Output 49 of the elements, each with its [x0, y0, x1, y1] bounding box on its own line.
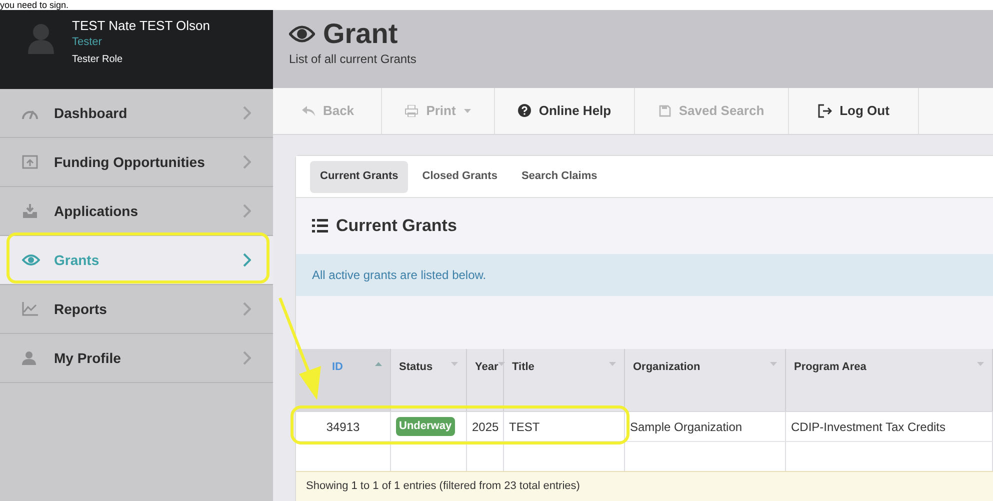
- person-icon: [22, 351, 36, 365]
- tab[interactable]: Current Grants: [310, 160, 408, 192]
- page-subtitle: List of all current Grants: [289, 51, 418, 68]
- user-role: Tester Role: [72, 53, 124, 67]
- column-header[interactable]: Organization: [633, 359, 770, 376]
- logout-icon: [818, 104, 832, 118]
- toolbar-button[interactable]: Online Help: [495, 88, 635, 134]
- list-icon: [312, 219, 328, 233]
- help-icon: [518, 104, 531, 118]
- toolbar-button[interactable]: Log Out: [789, 88, 919, 134]
- sort-icon: [451, 362, 458, 366]
- user-title: Tester: [72, 35, 103, 50]
- table-cell-text: CDIP-Investment Tax Credits: [791, 418, 946, 436]
- column-header[interactable]: Program Area: [794, 359, 977, 376]
- sort-icon: [977, 362, 984, 366]
- download-icon: [22, 204, 38, 218]
- chevron-icon: [243, 351, 251, 365]
- avatar-icon: [26, 22, 56, 54]
- floppy-icon: [658, 104, 671, 117]
- tab[interactable]: Closed Grants: [412, 160, 508, 192]
- chevron-icon: [243, 106, 251, 120]
- sort-icon: [770, 362, 777, 366]
- line-chart-icon: [22, 302, 38, 316]
- caption-text: you need to sign.: [0, 0, 69, 10]
- column-header[interactable]: Title: [512, 359, 609, 376]
- table-cell-text: 34913: [326, 418, 360, 436]
- sort-ascending-icon: [375, 362, 382, 366]
- column-header[interactable]: Year: [475, 359, 498, 376]
- column-header[interactable]: Status: [399, 359, 451, 376]
- info-message: All active grants are listed below.: [312, 267, 486, 284]
- tray-icon: [22, 155, 38, 169]
- tab[interactable]: Search Claims: [511, 160, 608, 192]
- printer-icon: [405, 104, 418, 117]
- status-badge: Underway: [396, 417, 455, 436]
- eye-icon: [22, 254, 40, 266]
- table-cell-text: TEST: [509, 418, 540, 436]
- chevron-icon: [243, 253, 251, 267]
- page-title: Grant: [323, 18, 398, 50]
- back-arrow-icon: [302, 106, 315, 116]
- user-name: TEST Nate TEST Olson: [72, 18, 210, 34]
- sort-icon: [609, 362, 616, 366]
- chevron-icon: [243, 204, 251, 218]
- table-cell-text: Sample Organization: [630, 418, 742, 436]
- chevron-icon: [243, 155, 251, 169]
- table-info: Showing 1 to 1 of 1 entries (filtered from 23 total entries): [306, 479, 580, 494]
- panel-title: Current Grants: [336, 215, 457, 238]
- chevron-icon: [243, 302, 251, 316]
- table-cell-text: 2025: [472, 418, 499, 436]
- eye-icon: [289, 24, 315, 44]
